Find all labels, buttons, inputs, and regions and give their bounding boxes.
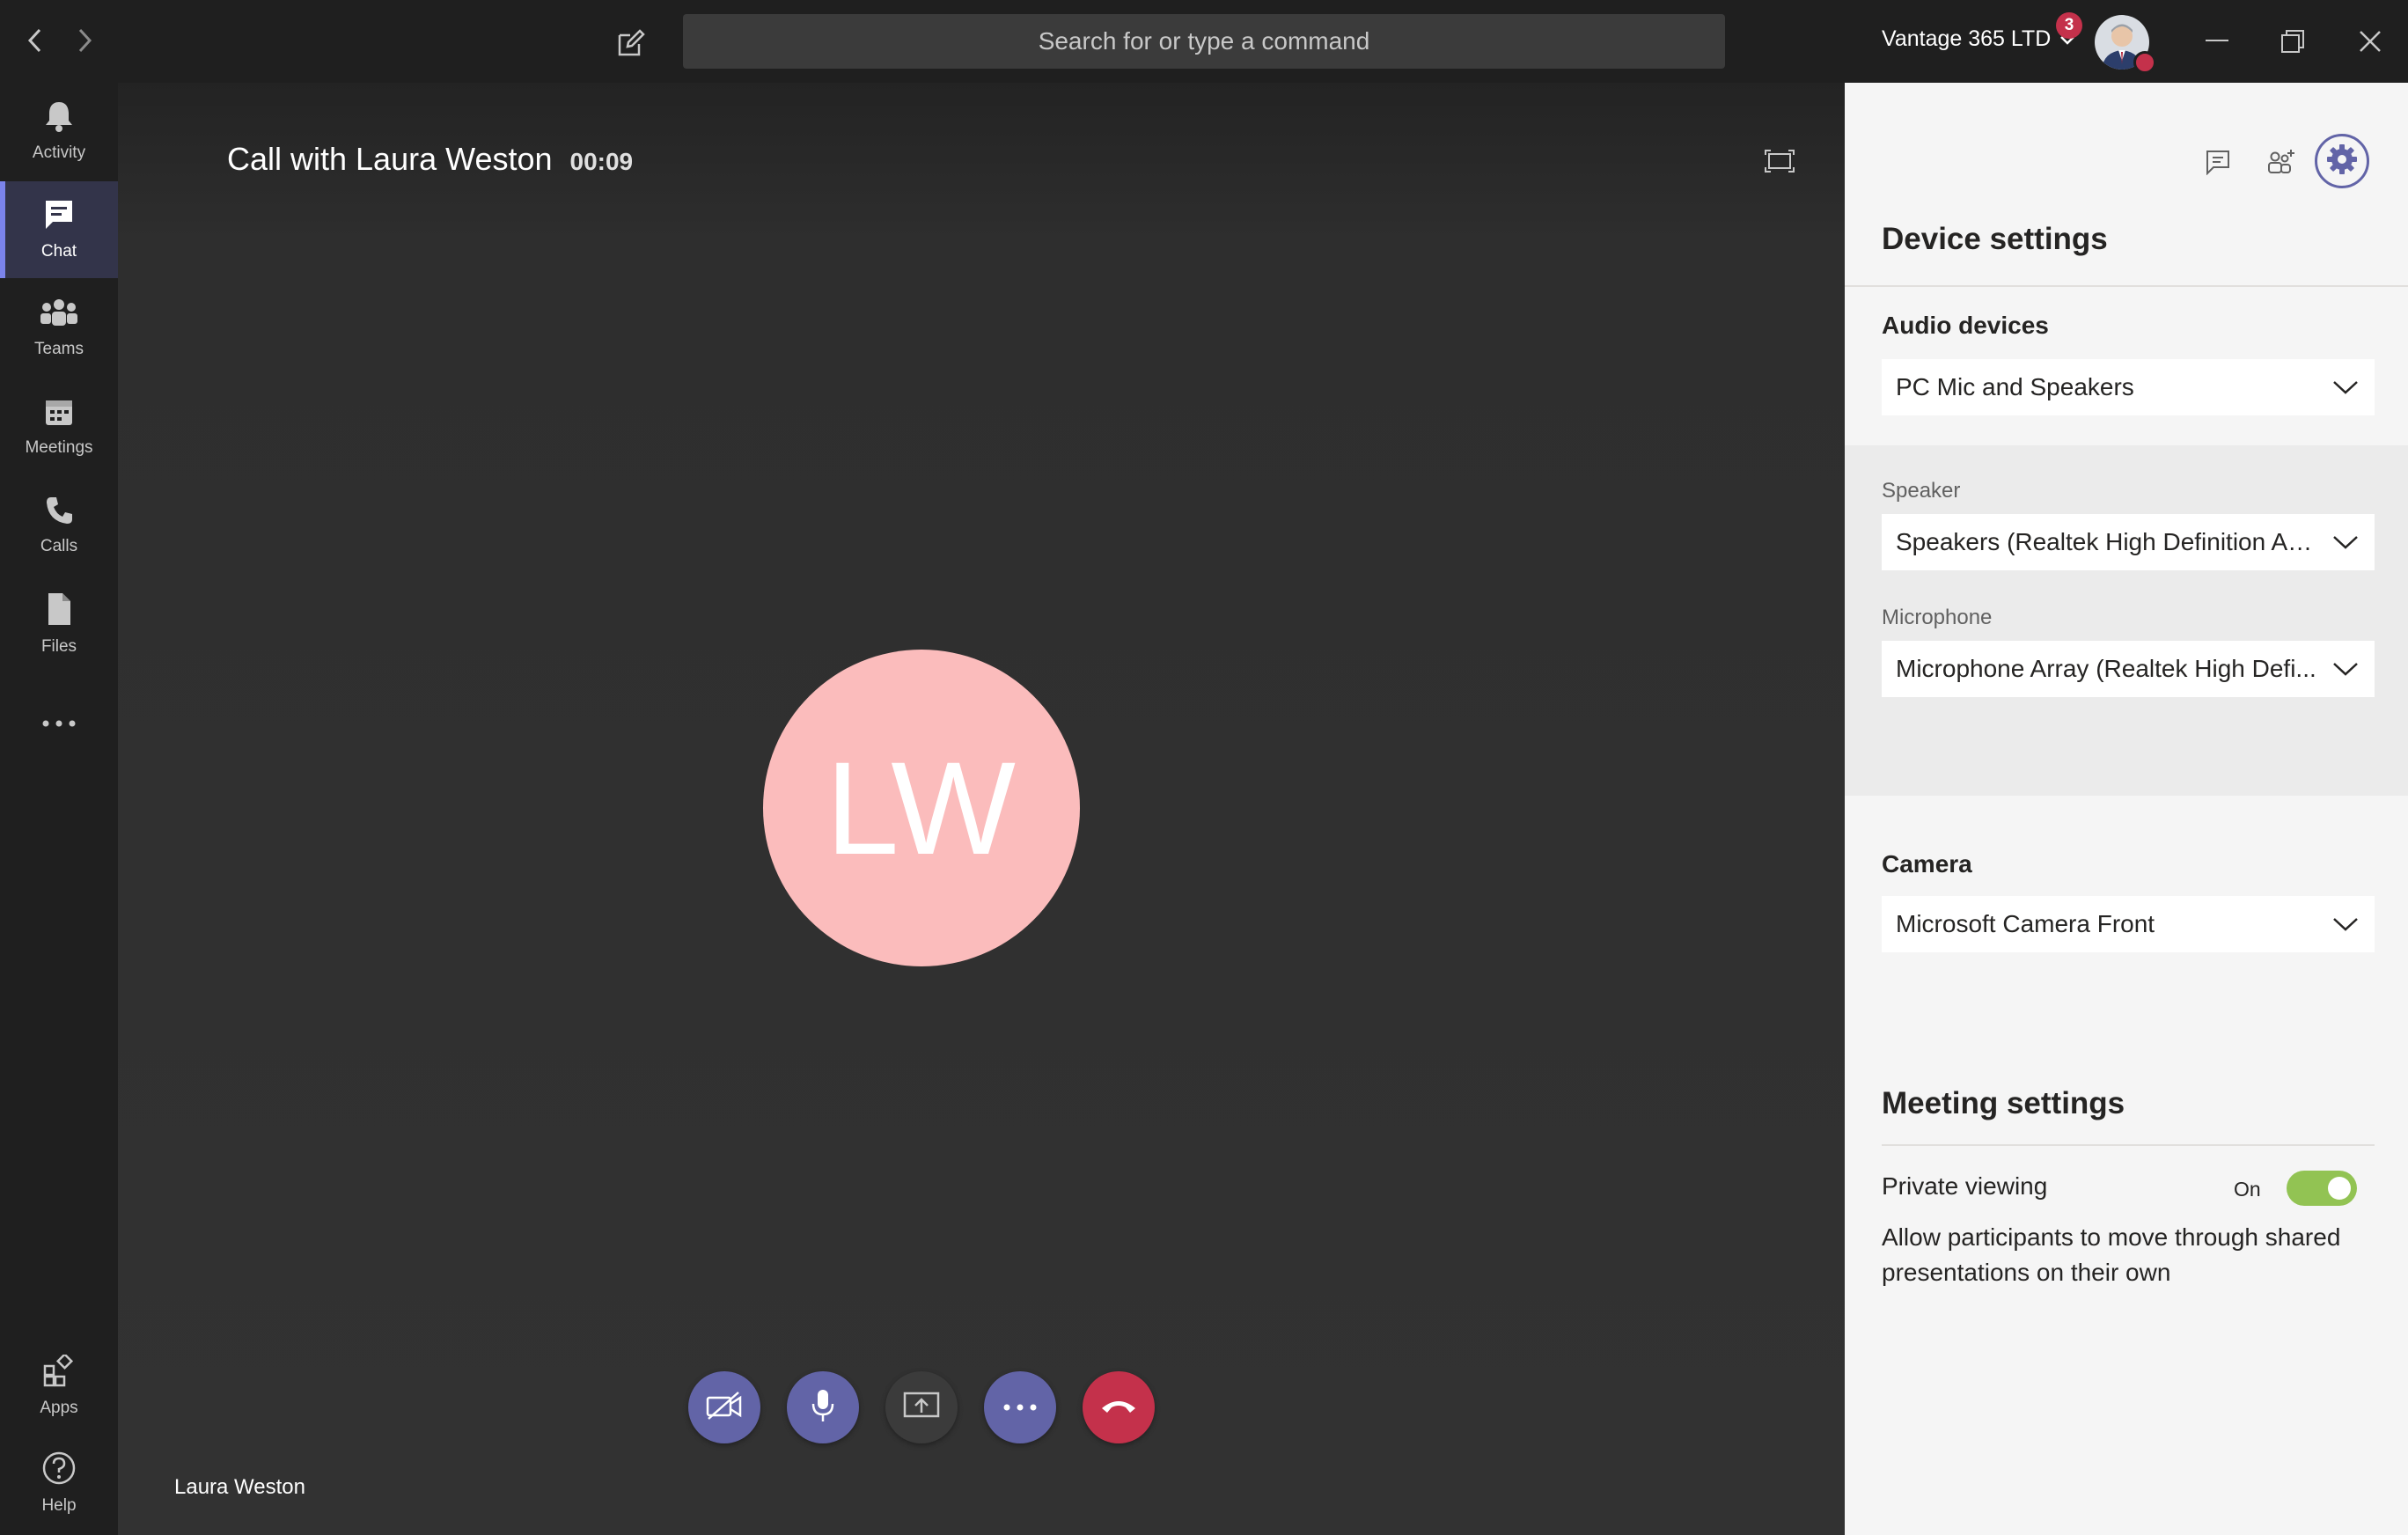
help-icon xyxy=(41,1451,77,1491)
panel-toolbar xyxy=(1845,134,2408,188)
notification-badge: 3 xyxy=(2056,12,2082,39)
private-viewing-description: Allow participants to move through share… xyxy=(1882,1223,2341,1286)
org-name: Vantage 365 LTD xyxy=(1882,26,2052,51)
calendar-icon xyxy=(43,396,75,433)
microphone-value: Microphone Array (Realtek High Defi... xyxy=(1896,655,2316,682)
search-input[interactable]: Search for or type a command xyxy=(683,14,1725,69)
private-viewing-label: Private viewing xyxy=(1882,1172,2048,1200)
rail-item-label: Calls xyxy=(40,537,78,555)
compose-icon[interactable] xyxy=(611,23,651,63)
rail-item-label: Apps xyxy=(40,1399,78,1417)
org-switcher[interactable]: Vantage 365 LTD xyxy=(1882,26,2075,52)
divider xyxy=(1845,285,2408,287)
camera-label: Camera xyxy=(1882,850,1972,878)
chevron-down-icon xyxy=(2332,528,2359,556)
rail-item-label: Help xyxy=(41,1496,77,1515)
rail-item-chat[interactable]: Chat xyxy=(0,181,118,278)
add-people-icon[interactable] xyxy=(2262,143,2301,181)
speaker-select[interactable]: Speakers (Realtek High Definition Au... xyxy=(1882,514,2375,570)
speaker-value: Speakers (Realtek High Definition Au... xyxy=(1896,528,2318,555)
show-conversation-icon[interactable] xyxy=(2199,143,2237,181)
teams-icon xyxy=(40,297,78,334)
private-viewing-toggle[interactable] xyxy=(2287,1171,2357,1206)
rail-item-activity[interactable]: Activity xyxy=(0,83,118,180)
private-viewing-row: Private viewing On xyxy=(1882,1169,2375,1209)
chevron-down-icon xyxy=(2332,910,2359,938)
divider xyxy=(1882,1144,2375,1146)
device-settings-title: Device settings xyxy=(1882,222,2108,256)
participant-initials: LW xyxy=(826,733,1017,882)
camera-value: Microsoft Camera Front xyxy=(1896,910,2155,937)
chevron-down-icon xyxy=(2332,655,2359,683)
private-viewing-state: On xyxy=(2234,1178,2261,1201)
rail-item-teams[interactable]: Teams xyxy=(0,280,118,377)
restore-icon[interactable] xyxy=(2272,21,2313,62)
hang-up-icon xyxy=(1099,1396,1138,1420)
gear-icon xyxy=(2326,143,2358,180)
camera-off-icon xyxy=(705,1391,744,1425)
more-actions-button[interactable] xyxy=(984,1371,1056,1443)
participant-avatar: LW xyxy=(763,650,1080,966)
hang-up-button[interactable] xyxy=(1083,1371,1155,1443)
microphone-button[interactable] xyxy=(787,1371,859,1443)
file-icon xyxy=(45,591,73,632)
rail-item-label: Teams xyxy=(34,340,84,358)
device-settings-panel: Device settings Audio devices PC Mic and… xyxy=(1845,83,2408,1535)
close-icon[interactable] xyxy=(2350,21,2390,62)
fullscreen-icon[interactable] xyxy=(1764,148,1799,183)
presence-busy-icon xyxy=(2133,51,2156,74)
more-icon xyxy=(41,713,77,732)
minimize-icon[interactable] xyxy=(2197,21,2237,62)
microphone-icon xyxy=(810,1388,836,1428)
rail-item-label: Files xyxy=(40,637,77,656)
audio-devices-value: PC Mic and Speakers xyxy=(1896,373,2134,400)
audio-devices-label: Audio devices xyxy=(1882,312,2049,339)
rail-item-help[interactable]: Help xyxy=(0,1435,118,1531)
rail-item-label: Meetings xyxy=(25,438,93,457)
rail-item-label: Activity xyxy=(32,143,86,162)
title-bar: Search for or type a command Vantage 365… xyxy=(0,0,2408,83)
rail-item-calls[interactable]: Calls xyxy=(0,477,118,574)
rail-item-apps[interactable]: Apps xyxy=(0,1338,118,1435)
more-icon xyxy=(1002,1399,1038,1415)
share-screen-button[interactable] xyxy=(885,1371,958,1443)
audio-devices-select[interactable]: PC Mic and Speakers xyxy=(1882,359,2375,415)
speaker-label: Speaker xyxy=(1882,479,1961,503)
chat-icon xyxy=(42,198,76,237)
camera-select[interactable]: Microsoft Camera Front xyxy=(1882,896,2375,952)
call-timer: 00:09 xyxy=(569,148,634,175)
rail-item-files[interactable]: Files xyxy=(0,576,118,672)
participant-name: Laura Weston xyxy=(174,1475,305,1499)
apps-icon xyxy=(42,1352,76,1393)
microphone-select[interactable]: Microphone Array (Realtek High Defi... xyxy=(1882,641,2375,697)
phone-icon xyxy=(43,495,75,532)
forward-icon[interactable] xyxy=(67,23,102,58)
back-icon[interactable] xyxy=(18,23,53,58)
app-rail: Activity Chat Teams Meetings Calls Files xyxy=(0,83,118,1535)
call-controls xyxy=(688,1371,1155,1443)
call-header: Call with Laura Weston 00:09 xyxy=(227,141,633,178)
rail-item-meetings[interactable]: Meetings xyxy=(0,378,118,475)
device-settings-button[interactable] xyxy=(2315,134,2369,188)
camera-toggle-button[interactable] xyxy=(688,1371,760,1443)
bell-icon xyxy=(43,99,75,138)
microphone-label: Microphone xyxy=(1882,606,1993,629)
rail-item-label: Chat xyxy=(40,242,77,261)
call-stage: Call with Laura Weston 00:09 LW Laura We… xyxy=(118,83,1845,1535)
meeting-settings-title: Meeting settings xyxy=(1882,1086,2125,1120)
share-screen-icon xyxy=(902,1390,941,1426)
more-apps-button[interactable] xyxy=(0,674,118,771)
call-title: Call with Laura Weston xyxy=(227,141,553,177)
chevron-down-icon xyxy=(2332,373,2359,401)
